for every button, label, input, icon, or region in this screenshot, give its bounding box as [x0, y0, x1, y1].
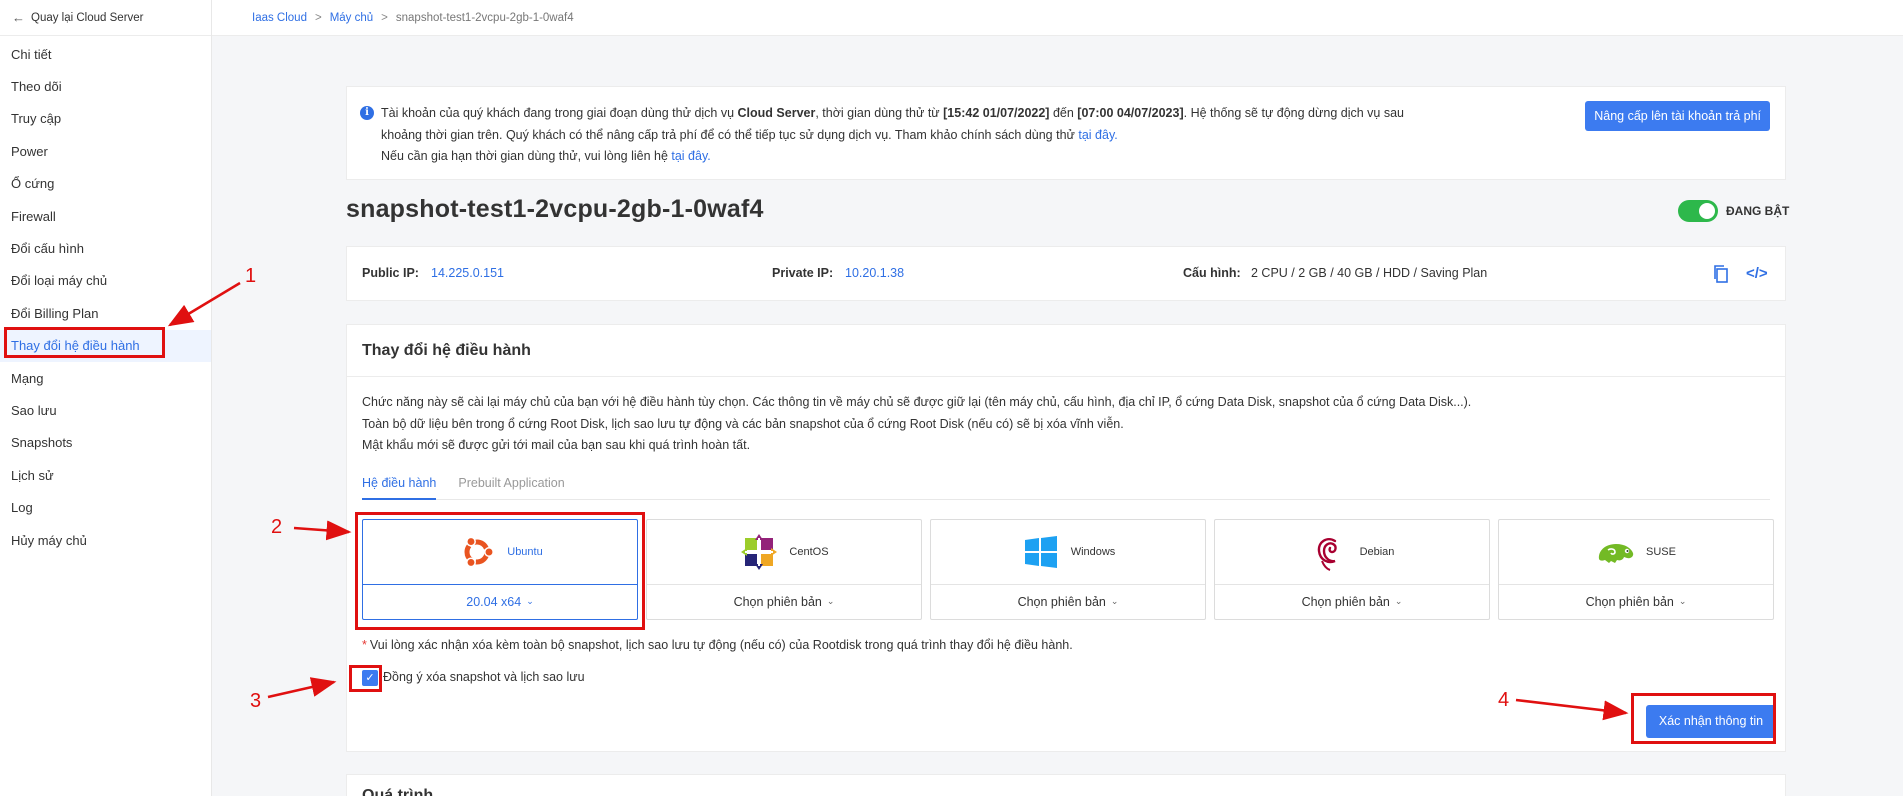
os-card-windows[interactable]: Windows Chọn phiên bản ⌄	[930, 519, 1206, 620]
os-name: Windows	[1070, 546, 1116, 558]
back-to-cloud-server-link[interactable]: ← Quay lại Cloud Server	[0, 0, 211, 36]
description-line: Chức năng này sẽ cài lại máy chủ của bạn…	[362, 395, 1472, 409]
info-icon: i	[360, 106, 374, 120]
sidebar: ← Quay lại Cloud Server Chi tiết Theo dõ…	[0, 0, 212, 796]
breadcrumb-iaas-cloud[interactable]: Iaas Cloud	[252, 12, 307, 24]
os-card-debian[interactable]: Debian Chọn phiên bản ⌄	[1214, 519, 1490, 620]
contact-link[interactable]: tại đây.	[671, 149, 710, 163]
centos-logo-icon	[739, 532, 779, 572]
suse-logo-icon	[1596, 532, 1636, 572]
panel-title: Thay đổi hệ điều hành	[347, 325, 1785, 377]
panel-description: Chức năng này sẽ cài lại máy chủ của bạn…	[362, 392, 1471, 457]
notice-text: Tài khoản của quý khách đang trong giai …	[381, 106, 738, 120]
config-label: Cấu hình:	[1183, 266, 1241, 280]
sidebar-item-delete-server[interactable]: Hủy máy chủ	[0, 524, 211, 556]
sidebar-item-change-config[interactable]: Đổi cấu hình	[0, 232, 211, 264]
os-card-centos[interactable]: CentOS Chọn phiên bản ⌄	[646, 519, 922, 620]
sidebar-item-history[interactable]: Lịch sử	[0, 459, 211, 491]
agree-delete-label[interactable]: Đồng ý xóa snapshot và lịch sao lưu	[383, 670, 585, 684]
sidebar-item-snapshots[interactable]: Snapshots	[0, 427, 211, 459]
breadcrumb-separator: >	[314, 11, 322, 24]
chevron-down-icon: ⌄	[1110, 595, 1119, 606]
sidebar-item-power[interactable]: Power	[0, 135, 211, 167]
annotation-number-1: 1	[245, 265, 257, 287]
tab-operating-system[interactable]: Hệ điều hành	[362, 470, 437, 500]
sidebar-item-monitoring[interactable]: Theo dõi	[0, 70, 211, 102]
breadcrumb-current: snapshot-test1-2vcpu-2gb-1-0waf4	[395, 11, 574, 24]
power-status-label: ĐANG BẬT	[1726, 204, 1790, 218]
version-select[interactable]: Chọn phiên bản ⌄	[931, 585, 1205, 619]
version-select[interactable]: Chọn phiên bản ⌄	[1499, 585, 1773, 619]
sidebar-item-details[interactable]: Chi tiết	[0, 38, 211, 70]
sidebar-item-firewall[interactable]: Firewall	[0, 200, 211, 232]
server-info-bar: Public IP: 14.225.0.151 Private IP: 10.2…	[346, 246, 1786, 301]
trial-end-time: [07:00 04/07/2023]	[1077, 106, 1184, 120]
private-ip-value: 10.20.1.38	[845, 266, 905, 280]
power-toggle[interactable]	[1678, 200, 1718, 222]
os-name: Debian	[1359, 546, 1395, 558]
tab-prebuilt-application[interactable]: Prebuilt Application	[458, 470, 564, 499]
description-line: Toàn bộ dữ liệu bên trong ổ cứng Root Di…	[362, 416, 1124, 431]
upgrade-account-button[interactable]: Nâng cấp lên tài khoản trả phí	[1585, 101, 1770, 131]
breadcrumb-separator: >	[381, 11, 388, 24]
warning-text: Vui lòng xác nhận xóa kèm toàn bộ snapsh…	[369, 638, 1073, 652]
page-title: snapshot-test1-2vcpu-2gb-1-0waf4	[346, 195, 764, 223]
os-name: CentOS	[789, 546, 829, 558]
debian-logo-icon	[1310, 532, 1350, 572]
version-select[interactable]: Chọn phiên bản ⌄	[647, 585, 921, 619]
annotation-number-2: 2	[271, 516, 283, 538]
trial-notice: i Tài khoản của quý khách đang trong gia…	[346, 86, 1786, 180]
trial-start-time: [15:42 01/07/2022]	[943, 106, 1050, 120]
notice-line-1: Tài khoản của quý khách đang trong giai …	[381, 103, 1771, 125]
sidebar-item-log[interactable]: Log	[0, 491, 211, 523]
version-value: Chọn phiên bản	[1017, 595, 1106, 609]
sidebar-item-network[interactable]: Mạng	[0, 362, 211, 394]
notice-line-2: khoảng thời gian trên. Quý khách có thể …	[381, 125, 1771, 147]
arrow-left-icon: ←	[12, 10, 25, 25]
annotation-box-1	[4, 327, 165, 358]
version-value: Chọn phiên bản	[733, 595, 822, 609]
sidebar-item-backup[interactable]: Sao lưu	[0, 394, 211, 426]
notice-bold: Cloud Server	[737, 106, 816, 120]
version-value: Chọn phiên bản	[1585, 595, 1674, 609]
os-tabs: Hệ điều hành Prebuilt Application	[362, 470, 1770, 500]
config-value: 2 CPU / 2 GB / 40 GB / HDD / Saving Plan	[1251, 266, 1488, 280]
notice-text: , thời gian dùng thử từ	[815, 106, 944, 120]
notice-line-3: Nếu cần gia hạn thời gian dùng thử, vui …	[381, 146, 1771, 168]
notice-text: . Hệ thống sẽ tự động dừng dịch vụ sau	[1183, 106, 1404, 120]
annotation-number-4: 4	[1498, 689, 1510, 711]
snapshot-warning: * Vui lòng xác nhận xóa kèm toàn bộ snaps…	[362, 638, 1073, 652]
annotation-box-3	[349, 665, 382, 692]
breadcrumb: Iaas Cloud > Máy chủ > snapshot-test1-2v…	[212, 0, 1903, 36]
sidebar-item-access[interactable]: Truy cập	[0, 103, 211, 135]
breadcrumb-servers[interactable]: Máy chủ	[330, 12, 373, 24]
chevron-down-icon: ⌄	[1678, 595, 1687, 606]
next-section-title: Quá trình	[346, 774, 1786, 796]
chevron-down-icon: ⌄	[1394, 595, 1403, 606]
back-link-label: Quay lại Cloud Server	[31, 11, 144, 24]
trial-policy-link[interactable]: tại đây.	[1078, 128, 1117, 142]
version-value: Chọn phiên bản	[1301, 595, 1390, 609]
windows-logo-icon	[1021, 532, 1061, 572]
chevron-down-icon: ⌄	[826, 595, 835, 606]
sidebar-item-disk[interactable]: Ổ cứng	[0, 168, 211, 200]
notice-text: khoảng thời gian trên. Quý khách có thể …	[381, 127, 1079, 142]
os-name: SUSE	[1646, 546, 1676, 558]
public-ip-value: 14.225.0.151	[431, 266, 504, 280]
notice-text: đến	[1049, 106, 1078, 120]
version-select[interactable]: Chọn phiên bản ⌄	[1215, 585, 1489, 619]
annotation-box-2	[355, 512, 645, 630]
copy-icon[interactable]	[1712, 264, 1730, 284]
annotation-box-4	[1631, 693, 1776, 744]
os-card-suse[interactable]: SUSE Chọn phiên bản ⌄	[1498, 519, 1774, 620]
annotation-number-3: 3	[250, 690, 262, 712]
sidebar-item-change-server-type[interactable]: Đổi loại máy chủ	[0, 265, 211, 297]
private-ip-label: Private IP:	[772, 266, 834, 280]
notice-text: Nếu cần gia hạn thời gian dùng thử, vui …	[381, 149, 672, 163]
description-line: Mật khẩu mới sẽ được gửi tới mail của bạ…	[362, 438, 751, 453]
code-icon[interactable]: </>	[1746, 265, 1768, 283]
required-star: *	[362, 638, 367, 652]
sidebar-item-change-billing-plan[interactable]: Đổi Billing Plan	[0, 297, 211, 329]
public-ip-label: Public IP:	[362, 266, 419, 280]
